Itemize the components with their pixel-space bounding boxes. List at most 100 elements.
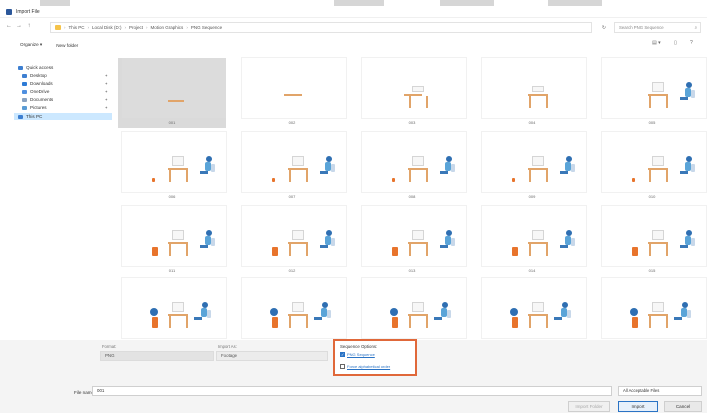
chair-drawing	[331, 164, 335, 172]
pin-icon: ✦	[104, 97, 108, 102]
file-tile[interactable]: 011	[118, 206, 226, 276]
file-thumbnail	[482, 58, 586, 118]
desk-drawing	[528, 314, 548, 316]
file-tile[interactable]: 004	[478, 58, 586, 128]
new-folder-button[interactable]: New folder	[56, 43, 78, 48]
file-name: 014	[528, 268, 536, 273]
breadcrumb-local-disk[interactable]: Local Disk (D:)	[92, 25, 122, 30]
file-name-input[interactable]: 001	[92, 386, 612, 396]
file-tile[interactable]: 015	[598, 206, 706, 276]
sidebar-item-label: Quick access	[26, 65, 54, 70]
person-drawing	[680, 97, 688, 100]
file-tile[interactable]: 008	[358, 132, 466, 202]
up-icon[interactable]: ↑	[24, 21, 34, 31]
breadcrumb-motion-graphics[interactable]: Motion Graphics	[151, 25, 184, 30]
import-button[interactable]: Import	[618, 401, 658, 412]
file-tile[interactable]: 006	[118, 132, 226, 202]
png-sequence-option[interactable]: ✓ PNG Sequence	[340, 352, 375, 357]
chair-drawing	[211, 164, 215, 172]
monitor-drawing	[532, 86, 544, 92]
monitor-drawing	[652, 230, 664, 240]
breadcrumb-project[interactable]: Project	[129, 25, 143, 30]
monitor-drawing	[412, 86, 424, 92]
chair-drawing	[451, 164, 455, 172]
file-tile[interactable]: 001	[118, 58, 226, 128]
desk-drawing	[404, 94, 422, 96]
chevron-right-icon: ›	[186, 25, 188, 30]
cancel-button[interactable]: Cancel	[664, 401, 702, 412]
force-alphabetical-option[interactable]: Force alphabetical order	[340, 364, 390, 369]
desk-drawing	[666, 96, 668, 108]
file-tile[interactable]: 002	[238, 58, 346, 128]
file-tile[interactable]: 010	[598, 132, 706, 202]
monitor-drawing	[652, 82, 664, 92]
desk-drawing	[546, 244, 548, 256]
plant-drawing	[392, 317, 398, 328]
chair-drawing	[207, 310, 211, 318]
file-type-select[interactable]: All Acceptable Files	[618, 386, 702, 396]
monitor-drawing	[292, 230, 304, 240]
monitor-drawing	[532, 156, 544, 166]
import-folder-button[interactable]: Import Folder	[568, 401, 610, 412]
breadcrumb[interactable]: › This PC › Local Disk (D:) › Project › …	[50, 22, 592, 33]
breadcrumb-png-sequence[interactable]: PNG Sequence	[191, 25, 222, 30]
organize-button[interactable]: Organize ▾	[20, 42, 42, 48]
plant-drawing	[392, 247, 398, 256]
file-thumbnail	[362, 132, 466, 192]
file-name: 015	[648, 268, 656, 273]
png-sequence-checkbox[interactable]: ✓	[340, 352, 345, 357]
file-tile[interactable]: 020	[598, 278, 706, 348]
desk-drawing	[546, 96, 548, 108]
sidebar-item-desktop[interactable]: Desktop ✦	[22, 72, 110, 79]
file-tile[interactable]: 016	[118, 278, 226, 348]
file-tile[interactable]: 005	[598, 58, 706, 128]
desk-drawing	[306, 316, 308, 328]
force-alphabetical-checkbox[interactable]	[340, 364, 345, 369]
sidebar-item-pictures[interactable]: Pictures ✦	[22, 104, 110, 111]
pin-icon: ✦	[104, 73, 108, 78]
back-icon[interactable]: ←	[4, 21, 14, 31]
sidebar-item-downloads[interactable]: Downloads ✦	[22, 80, 110, 87]
desk-drawing	[186, 170, 188, 182]
help-icon[interactable]: ?	[690, 40, 693, 46]
view-options-icon[interactable]: ▤ ▾	[652, 40, 661, 46]
file-thumbnail	[122, 132, 226, 192]
plant-drawing	[270, 308, 278, 316]
force-alphabetical-label: Force alphabetical order	[347, 364, 391, 369]
breadcrumb-this-pc[interactable]: This PC	[69, 25, 85, 30]
sidebar-item-quick-access[interactable]: Quick access	[18, 64, 110, 71]
file-tile[interactable]: 018	[358, 278, 466, 348]
file-tile[interactable]: 013	[358, 206, 466, 276]
file-tile[interactable]: 012	[238, 206, 346, 276]
sidebar-item-documents[interactable]: Documents ✦	[22, 96, 110, 103]
desk-drawing	[649, 96, 651, 108]
file-name: 005	[648, 120, 656, 125]
chair-drawing	[691, 90, 695, 98]
file-tile[interactable]: 017	[238, 278, 346, 348]
file-tile[interactable]: 003	[358, 58, 466, 128]
forward-icon[interactable]: →	[14, 21, 24, 31]
sidebar-item-this-pc[interactable]: This PC	[14, 113, 112, 120]
monitor-drawing	[412, 302, 424, 312]
desk-drawing	[648, 94, 668, 96]
file-name: 003	[408, 120, 416, 125]
file-tile[interactable]: 007	[238, 132, 346, 202]
plant-drawing	[632, 178, 635, 182]
file-thumbnail	[602, 132, 706, 192]
chevron-right-icon: ›	[64, 25, 66, 30]
sidebar-item-label: Documents	[30, 97, 54, 102]
file-thumbnail	[482, 206, 586, 266]
file-tile[interactable]: 009	[478, 132, 586, 202]
person-drawing	[200, 245, 208, 248]
desk-drawing	[186, 316, 188, 328]
sidebar-item-onedrive[interactable]: OneDrive ✦	[22, 88, 110, 95]
file-tile[interactable]: 014	[478, 206, 586, 276]
preview-pane-icon[interactable]: ▯	[674, 40, 677, 46]
refresh-icon[interactable]: ↻	[596, 23, 612, 33]
search-input[interactable]: Search PNG Sequence ⌕	[614, 22, 701, 33]
desk-drawing	[186, 244, 188, 256]
plant-drawing	[152, 317, 158, 328]
file-name: 008	[408, 194, 416, 199]
file-tile[interactable]: 019	[478, 278, 586, 348]
import-as-select[interactable]: Footage	[216, 351, 328, 361]
